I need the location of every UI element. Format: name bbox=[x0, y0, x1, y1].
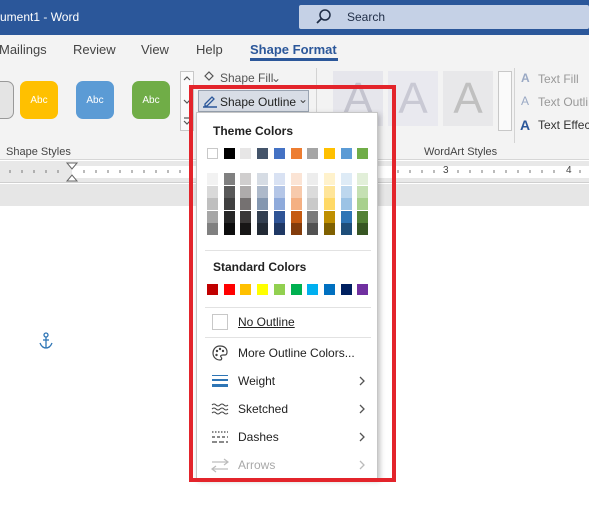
tab-mailings[interactable]: Mailings bbox=[0, 42, 47, 57]
shape-styles-group-label: Shape Styles bbox=[6, 146, 71, 158]
tab-shape-format[interactable]: Shape Format bbox=[250, 42, 337, 57]
text-effects-icon: A bbox=[520, 117, 531, 133]
text-outline-icon: A bbox=[521, 94, 530, 108]
text-outline-button[interactable]: Text Outli bbox=[538, 95, 588, 109]
search-box[interactable]: Search bbox=[299, 5, 589, 29]
anchor-icon bbox=[39, 332, 53, 349]
window-title: ument1 - Word bbox=[0, 10, 80, 24]
wordart-letter: A bbox=[398, 73, 428, 123]
ruler-number: 3 bbox=[443, 165, 449, 176]
ribbon-divider bbox=[514, 68, 515, 143]
wordart-letter: A bbox=[453, 73, 483, 123]
text-effects-button[interactable]: Text Effec bbox=[538, 118, 589, 132]
shape-style-blue[interactable]: Abc bbox=[76, 81, 114, 119]
shape-style-green[interactable]: Abc bbox=[132, 81, 170, 119]
paint-bucket-icon bbox=[204, 71, 214, 81]
shape-style-yellow[interactable]: Abc bbox=[20, 81, 58, 119]
text-fill-icon: A bbox=[521, 71, 530, 85]
shape-style-label: Abc bbox=[30, 94, 48, 106]
shape-fill-button[interactable]: Shape Fill bbox=[220, 71, 273, 85]
shape-style-label: Abc bbox=[86, 94, 104, 106]
shape-style-label: Abc bbox=[142, 94, 160, 106]
search-label: Search bbox=[347, 10, 386, 24]
ruler-number: 4 bbox=[566, 165, 572, 176]
tab-help[interactable]: Help bbox=[196, 42, 223, 57]
shape-style-gray[interactable] bbox=[0, 81, 14, 119]
search-icon bbox=[316, 9, 331, 24]
wordart-gallery-scroll[interactable] bbox=[498, 71, 512, 131]
wordart-styles-group-label: WordArt Styles bbox=[424, 146, 498, 158]
active-tab-indicator bbox=[250, 58, 338, 61]
wordart-style-3[interactable]: A bbox=[443, 71, 493, 126]
ribbon-tabs: Mailings Review View Help Shape Format bbox=[0, 35, 589, 63]
title-bar: ument1 - Word Search bbox=[0, 0, 589, 35]
tab-review[interactable]: Review bbox=[73, 42, 116, 57]
tab-view[interactable]: View bbox=[141, 42, 169, 57]
highlight-annotation bbox=[189, 85, 396, 482]
text-fill-button[interactable]: Text Fill bbox=[538, 72, 579, 86]
chevron-down-icon: ⌄ bbox=[271, 71, 282, 85]
